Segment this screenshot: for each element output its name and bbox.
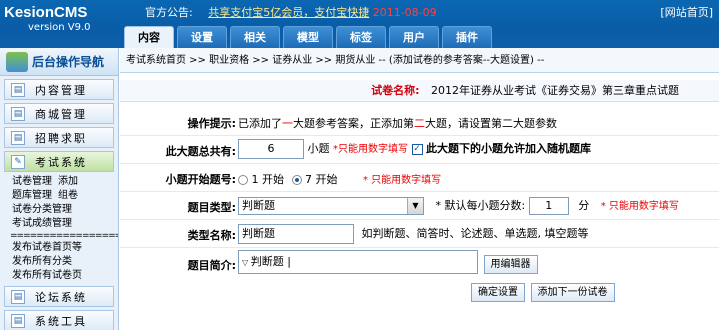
logo-version: version V9.0 — [28, 22, 91, 33]
typename-input[interactable]: 判断题 — [238, 224, 354, 244]
main-tabs: 内容 设置 相关 模型 标签 用户 插件 — [124, 26, 492, 48]
start-1-label: 1 开始 — [251, 173, 285, 186]
notice-bar: 官方公告: 共享支付宝5亿会员，支付宝快捷 2011-08-09 — [145, 4, 437, 20]
start-row: 小题开始题号: 1 开始 7 开始 * 只能用数字填写 — [120, 164, 719, 192]
tip-text: 已添加了一大题参考答案，正添加第二大题，请设置第二大题参数 — [238, 117, 557, 130]
paper-name-label: 试卷名称: — [371, 84, 420, 97]
paper-title-row: 试卷名称: 2012年证券从业考试《证券交易》第三章重点试题 — [120, 80, 719, 102]
sidebar-item-publish-exams[interactable]: 发布所有试卷页 — [0, 269, 118, 283]
document-icon: ▤ — [11, 106, 25, 121]
question-type-value: 判断题 — [242, 199, 275, 212]
sidebar-item-score-manage[interactable]: 考试成绩管理 — [0, 217, 118, 231]
typename-hint: 如判断题、简答时、论述题、单选题, 填空题等 — [361, 227, 589, 240]
sidebar-group-tools[interactable]: ▤ 系统工具 — [4, 310, 114, 330]
bank-manage-link[interactable]: 题库管理 — [12, 190, 52, 201]
logo-name: KesionCMS — [4, 4, 88, 21]
score-unit: 分 — [578, 199, 590, 212]
notice-date: 2011-08-09 — [372, 6, 437, 19]
start-7-label: 7 开始 — [305, 173, 338, 186]
sidebar-item-exam-manage: 试卷管理 添加 — [0, 175, 118, 189]
tab-content[interactable]: 内容 — [124, 26, 174, 48]
document-icon: ▤ — [11, 289, 25, 304]
count-hint: *只能用数字填写 — [333, 144, 408, 155]
intro-value: 判断题 — [250, 254, 284, 268]
count-value-group: 6 小题 *只能用数字填写 ✓ 此大题下的小题允许加入随机题库 — [238, 139, 591, 159]
navigation-icon — [6, 51, 28, 72]
intro-textarea[interactable]: ▽ 判断题 | — [238, 249, 478, 274]
compose-link[interactable]: 组卷 — [58, 190, 78, 201]
start-7-radio[interactable] — [291, 175, 302, 185]
kesioncms-logo: KesionCMS version V9.0 — [4, 4, 122, 44]
start-label: 小题开始题号: — [165, 173, 236, 186]
site-home-link[interactable]: [网站首页] — [660, 4, 713, 20]
tip-row: 操作提示: 已添加了一大题参考答案，正添加第二大题，请设置第二大题参数 — [120, 108, 719, 136]
add-next-exam-button[interactable]: 添加下一份试卷 — [530, 283, 615, 302]
sidebar-group-shop[interactable]: ▤ 商城管理 — [4, 103, 114, 124]
start-options: 1 开始 7 开始 * 只能用数字填写 — [238, 171, 441, 187]
intro-label: 题目简介: — [187, 259, 236, 272]
check-icon: ✎ — [11, 154, 25, 169]
sidebar-title: 后台操作导航 — [0, 48, 118, 76]
tab-plugins[interactable]: 插件 — [442, 26, 492, 48]
confirm-settings-button[interactable]: 确定设置 — [471, 283, 525, 302]
notice-link[interactable]: 共享支付宝5亿会员，支付宝快捷 — [208, 6, 369, 19]
button-row: 确定设置 添加下一份试卷 — [471, 283, 615, 302]
exam-manage-link[interactable]: 试卷管理 — [12, 176, 52, 187]
sidebar-item-publish-home[interactable]: 发布试卷首页等 — [0, 241, 118, 255]
sidebar-separator: ================== — [10, 231, 118, 241]
allow-random-checkbox[interactable]: ✓ — [411, 143, 423, 155]
sidebar-item-bank-manage: 题库管理 组卷 — [0, 189, 118, 203]
count-unit: 小题 — [307, 142, 330, 155]
sidebar-group-forum[interactable]: ▤ 论坛系统 — [4, 286, 114, 307]
count-row: 此大题总共有: 6 小题 *只能用数字填写 ✓ 此大题下的小题允许加入随机题库 — [120, 136, 719, 164]
intro-group: ▽ 判断题 | 用编辑器 — [238, 249, 538, 274]
tip-label: 操作提示: — [187, 117, 236, 130]
allow-random-label: 此大题下的小题允许加入随机题库 — [426, 142, 591, 155]
question-type-select[interactable]: 判断题 ▼ — [238, 197, 424, 215]
resize-icon: ▽ — [242, 257, 251, 267]
breadcrumb: 考试系统首页 >> 职业资格 >> 证券从业 >> 期货从业 -- (添加试卷的… — [120, 48, 719, 73]
score-hint: * 只能用数字填写 — [600, 201, 679, 212]
sidebar: 后台操作导航 ▤ 内容管理 ▤ 商城管理 ▤ 招聘求职 ✎ 考试系统 试卷管理 添加 题库… — [0, 48, 119, 330]
type-label: 题目类型: — [187, 201, 236, 214]
sidebar-item-publish-categories[interactable]: 发布所有分类 — [0, 255, 118, 269]
type-row: 题目类型: 判断题 ▼ * 默认每小题分数: 1 分 * 只能用数字填写 — [120, 192, 719, 220]
start-hint: * 只能用数字填写 — [363, 175, 442, 186]
tab-related[interactable]: 相关 — [230, 26, 280, 48]
sidebar-group-jobs[interactable]: ▤ 招聘求职 — [4, 127, 114, 148]
question-count-input[interactable]: 6 — [238, 139, 304, 159]
document-icon: ▤ — [11, 130, 25, 145]
typename-label: 类型名称: — [187, 229, 236, 242]
paper-name: 2012年证券从业考试《证券交易》第三章重点试题 — [431, 84, 679, 97]
intro-row: 题目简介: ▽ 判断题 | 用编辑器 — [120, 248, 719, 278]
notice-label: 官方公告: — [145, 6, 193, 19]
score-label: * 默认每小题分数: — [435, 199, 526, 212]
use-editor-button[interactable]: 用编辑器 — [483, 255, 538, 274]
tab-models[interactable]: 模型 — [283, 26, 333, 48]
tab-settings[interactable]: 设置 — [177, 26, 227, 48]
chevron-down-icon: ▼ — [407, 198, 423, 214]
sidebar-item-category-manage[interactable]: 试卷分类管理 — [0, 203, 118, 217]
start-1-radio[interactable] — [238, 175, 248, 185]
tab-users[interactable]: 用户 — [389, 26, 439, 48]
exam-add-link[interactable]: 添加 — [58, 176, 78, 187]
type-group: 判断题 ▼ * 默认每小题分数: 1 分 * 只能用数字填写 — [238, 197, 679, 215]
typename-row: 类型名称: 判断题 如判断题、简答时、论述题、单选题, 填空题等 — [120, 220, 719, 248]
count-label: 此大题总共有: — [165, 145, 236, 158]
sidebar-group-content[interactable]: ▤ 内容管理 — [4, 79, 114, 100]
top-header: KesionCMS version V9.0 官方公告: 共享支付宝5亿会员，支… — [0, 0, 719, 48]
document-icon: ▤ — [11, 82, 25, 97]
typename-group: 判断题 如判断题、简答时、论述题、单选题, 填空题等 — [238, 224, 589, 244]
score-input[interactable]: 1 — [528, 197, 569, 215]
tab-labels[interactable]: 标签 — [336, 26, 386, 48]
document-icon: ▤ — [11, 313, 25, 328]
sidebar-group-exam[interactable]: ✎ 考试系统 — [4, 151, 114, 172]
